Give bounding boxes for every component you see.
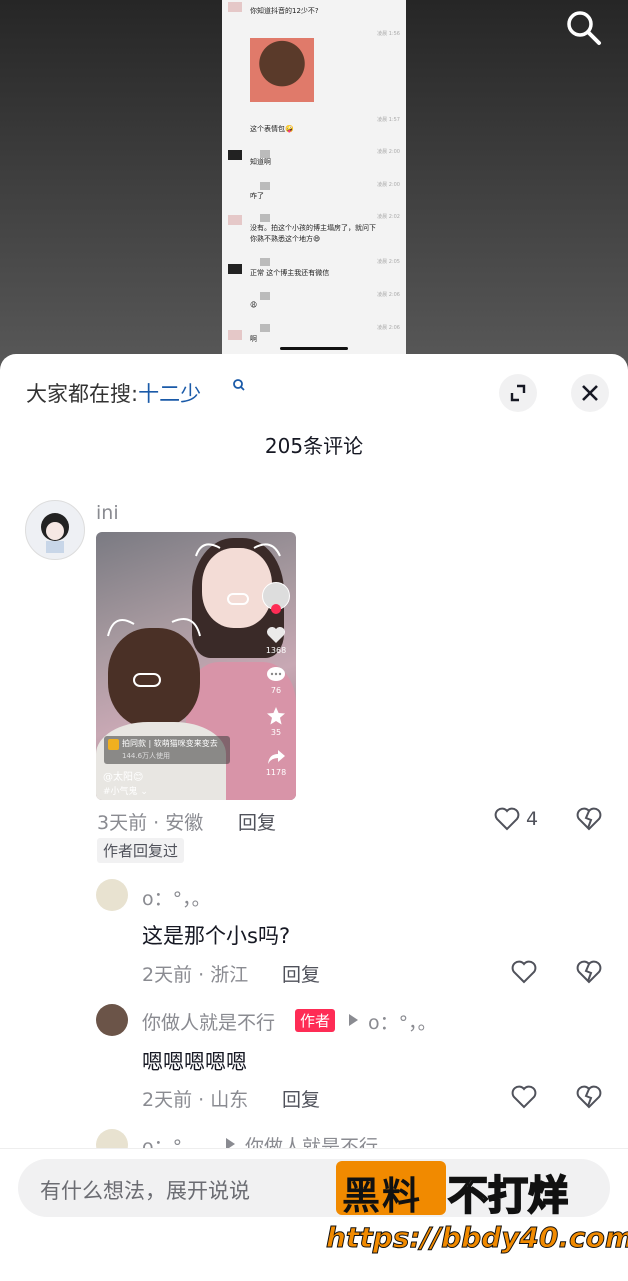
chat-avatar	[228, 264, 242, 274]
chat-message: 正常 这个博主我还有微信	[250, 269, 330, 277]
heart-icon	[267, 627, 285, 643]
reply-button[interactable]: 回复	[282, 1085, 320, 1112]
card-author-handle: @太阳😊	[103, 772, 144, 783]
card-hashtag: #小气鬼 ⌄	[103, 787, 148, 797]
chat-message: 这个表情包🤪	[250, 125, 294, 133]
chat-time: 凌晨 2:06	[377, 292, 400, 298]
chat-time: 凌晨 2:06	[377, 325, 400, 331]
comment-input-bar: 有什么想法，展开说说 黑料 不打烊 https://bbdy40.com	[0, 1148, 628, 1281]
chat-avatar	[228, 215, 242, 225]
comment-text: 这是那个小s吗?	[142, 924, 291, 948]
chat-time: 凌晨 2:02	[377, 214, 400, 220]
chat-message: 你熟不熟悉这个地方😄	[250, 235, 321, 243]
star-icon	[267, 707, 285, 725]
chat-time: 凌晨 2:05	[377, 259, 400, 265]
card-share-count: 1178	[265, 768, 287, 777]
comment-meta: 2天前 · 浙江	[142, 964, 249, 986]
share-icon	[268, 750, 285, 764]
card-comment-count: 76	[270, 686, 282, 695]
trending-search-prefix: 大家都在搜:	[26, 382, 139, 406]
chat-avatar	[228, 330, 242, 340]
like-heart-icon[interactable]	[511, 1085, 537, 1109]
author-replied-badge: 作者回复过	[97, 838, 185, 863]
chat-message: 没有。拍这个小孩的博主塌房了，就问下	[250, 224, 376, 232]
comment-username[interactable]: 你做人就是不行	[142, 1008, 275, 1035]
dislike-broken-heart-icon[interactable]	[576, 960, 602, 984]
chat-message: 咋了	[250, 192, 264, 200]
chat-name	[260, 214, 270, 222]
chat-avatar	[228, 150, 242, 160]
comment-username[interactable]: ini	[96, 502, 119, 524]
template-promo: 拍同款 | 软萌猫咪变来变去	[122, 739, 218, 748]
video-player[interactable]: 你知道抖音的12少不? 凌晨 1:56 凌晨 1:57 这个表情包🤪 凌晨 2:…	[0, 0, 628, 380]
close-button[interactable]	[571, 374, 609, 412]
comment-text: 嗯嗯嗯嗯嗯	[142, 1050, 247, 1074]
watermark-logo: 黑料	[336, 1161, 446, 1218]
comment-meta: 2天前 · 山东	[142, 1089, 249, 1111]
watermark-text: 不打烊	[447, 1172, 569, 1220]
chat-time: 凌晨 2:00	[377, 149, 400, 155]
avatar-illustration	[41, 513, 69, 553]
comment-bubble-icon	[267, 667, 285, 681]
chat-name	[260, 292, 270, 300]
watermark-text: 黑料	[342, 1174, 423, 1218]
reply-button[interactable]: 回复	[238, 808, 276, 835]
comment-username[interactable]: o：°，。	[142, 884, 211, 911]
expand-button[interactable]	[499, 374, 537, 412]
chat-name	[260, 324, 270, 332]
template-users: 144.6万人使用	[122, 752, 171, 760]
comment-video-card[interactable]: 1368 76 35 1178 拍同款 | 软萌猫咪变来变去 144.6万人使用…	[96, 532, 296, 800]
reply-button[interactable]: 回复	[282, 960, 320, 987]
dislike-broken-heart-icon[interactable]	[576, 1085, 602, 1109]
trending-search[interactable]: 大家都在搜:十二少	[26, 378, 201, 408]
avatar[interactable]	[96, 1004, 128, 1036]
comment-count: 205条评论	[264, 434, 364, 458]
cat-ears-filter	[107, 618, 201, 687]
comment-sheet: 大家都在搜:十二少 205条评论 ini 1368 76 35 1178 拍同款…	[0, 354, 628, 1280]
chat-message: 啊	[250, 335, 257, 343]
author-badge: 作者	[295, 1009, 336, 1032]
chat-name	[260, 182, 270, 190]
avatar[interactable]	[25, 500, 85, 560]
chat-time: 凌晨 2:00	[377, 182, 400, 188]
expand-icon	[510, 384, 526, 402]
card-fav-count: 35	[270, 728, 282, 737]
chat-time: 凌晨 1:56	[377, 31, 400, 37]
sticker-image	[250, 38, 314, 102]
avatar[interactable]	[96, 879, 128, 911]
card-like-count: 1368	[265, 646, 287, 655]
like-heart-icon[interactable]	[511, 960, 537, 984]
follow-plus-icon	[271, 604, 281, 614]
search-icon[interactable]	[564, 8, 604, 48]
close-icon	[582, 385, 598, 401]
comment-input-placeholder: 有什么想法，展开说说	[40, 1179, 250, 1203]
like-heart-icon[interactable]	[494, 807, 520, 831]
chat-name	[260, 258, 270, 266]
video-screenshot-content: 你知道抖音的12少不? 凌晨 1:56 凌晨 1:57 这个表情包🤪 凌晨 2:…	[222, 0, 406, 356]
watermark-url: https://bbdy40.com	[325, 1221, 628, 1255]
reply-to-username[interactable]: o：°，。	[368, 1008, 437, 1035]
dislike-broken-heart-icon[interactable]	[576, 807, 602, 831]
template-icon	[108, 739, 119, 750]
search-mini-icon	[233, 379, 245, 391]
like-count: 4	[526, 808, 539, 830]
reply-arrow-icon	[349, 1014, 358, 1026]
chat-message: 😩	[250, 301, 258, 309]
chat-avatar	[228, 2, 242, 12]
comment-meta: 3天前 · 安徽	[97, 812, 204, 834]
chat-message: 你知道抖音的12少不?	[250, 7, 319, 15]
chat-time: 凌晨 1:57	[377, 117, 400, 123]
home-indicator	[280, 347, 348, 350]
trending-search-term[interactable]: 十二少	[138, 382, 201, 406]
chat-message: 知道啊	[250, 158, 271, 166]
